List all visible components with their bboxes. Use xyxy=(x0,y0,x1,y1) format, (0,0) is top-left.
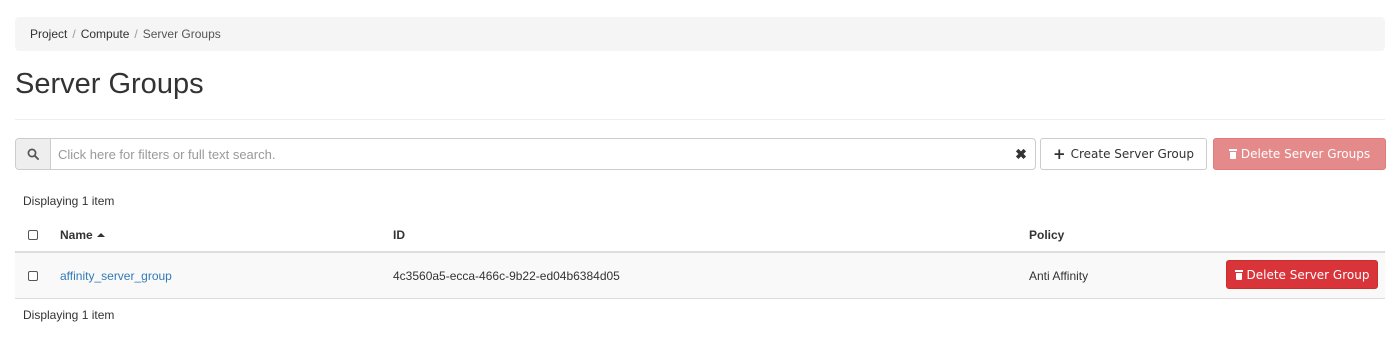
delete-multi-label: Delete Server Groups xyxy=(1240,147,1371,161)
search-bar: ✖ xyxy=(15,138,1036,170)
column-header-name[interactable]: Name xyxy=(60,228,105,242)
trash-icon xyxy=(1228,149,1237,159)
create-server-group-button[interactable]: + Create Server Group xyxy=(1040,138,1207,170)
column-header-id[interactable]: ID xyxy=(393,228,405,242)
delete-server-groups-button[interactable]: Delete Server Groups xyxy=(1213,138,1386,170)
row-delete-label: Delete Server Group xyxy=(1246,267,1370,282)
column-name-label: Name xyxy=(60,228,93,242)
breadcrumb-project[interactable]: Project xyxy=(30,27,67,41)
server-group-policy: Anti Affinity xyxy=(1029,268,1089,283)
search-icon[interactable] xyxy=(16,139,51,169)
breadcrumb-compute[interactable]: Compute xyxy=(81,27,130,41)
trash-icon xyxy=(1234,269,1243,280)
create-button-label: Create Server Group xyxy=(1070,147,1194,161)
server-groups-table: Name ID Policy affinity_server_group 4c3… xyxy=(15,219,1385,299)
server-group-name-link[interactable]: affinity_server_group xyxy=(60,269,172,283)
item-count-bottom: Displaying 1 item xyxy=(23,308,115,322)
delete-server-group-button[interactable]: Delete Server Group xyxy=(1226,260,1378,289)
row-checkbox[interactable] xyxy=(28,270,38,281)
item-count-top: Displaying 1 item xyxy=(23,194,115,208)
search-input[interactable] xyxy=(51,139,1007,169)
breadcrumb-current: Server Groups xyxy=(142,27,221,41)
plus-icon: + xyxy=(1053,145,1066,163)
breadcrumb: Project / Compute / Server Groups xyxy=(15,17,1385,51)
server-group-id: 4c3560a5-ecca-466c-9b22-ed04b6384d05 xyxy=(393,268,620,283)
table-header: Name ID Policy xyxy=(15,219,1385,253)
divider xyxy=(15,119,1385,120)
clear-icon[interactable]: ✖ xyxy=(1007,139,1035,169)
column-header-policy[interactable]: Policy xyxy=(1029,228,1064,242)
sort-ascending-icon xyxy=(96,233,105,237)
select-all-checkbox[interactable] xyxy=(28,230,38,240)
breadcrumb-separator: / xyxy=(134,27,138,41)
breadcrumb-separator: / xyxy=(72,27,76,41)
page-title: Server Groups xyxy=(15,68,204,100)
table-row: affinity_server_group 4c3560a5-ecca-466c… xyxy=(15,253,1385,299)
